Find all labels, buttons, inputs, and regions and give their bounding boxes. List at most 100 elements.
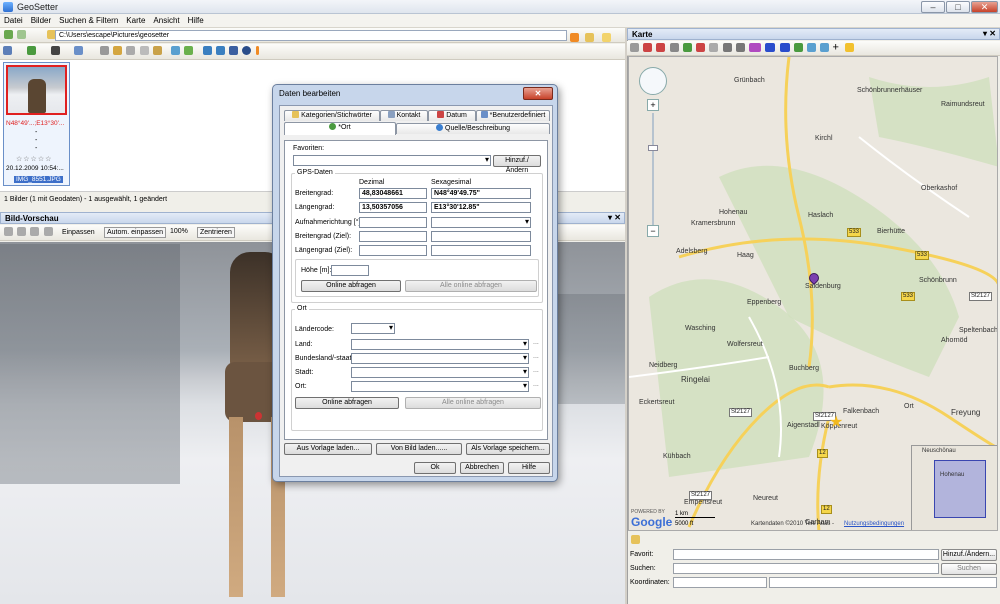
land-combo[interactable] xyxy=(351,339,529,350)
ort-combo[interactable] xyxy=(351,381,529,392)
breitengrad-ziel-input[interactable] xyxy=(359,231,427,242)
first-icon[interactable] xyxy=(4,227,13,236)
menu-hilfe[interactable]: Hilfe xyxy=(184,14,208,27)
add-icon[interactable] xyxy=(27,46,37,55)
menu-datei[interactable]: Datei xyxy=(0,14,27,27)
suchen-input[interactable] xyxy=(673,563,939,574)
alle-online-abfragen-button[interactable]: Alle online abfragen xyxy=(405,280,537,292)
menu-suchen-filtern[interactable]: Suchen & Filtern xyxy=(55,14,122,27)
filter-icon[interactable] xyxy=(73,46,83,55)
favorit-button[interactable]: Hinzuf./Ändern... xyxy=(941,549,997,561)
ort-more-button[interactable]: ... xyxy=(533,381,539,388)
globe-icon[interactable] xyxy=(242,46,252,55)
tab-kategorien[interactable]: Kategorien/Stichwörter xyxy=(284,110,380,121)
crosshair-icon[interactable]: + xyxy=(833,42,839,54)
speech-icon[interactable] xyxy=(820,43,830,52)
back-icon[interactable] xyxy=(4,30,13,39)
paste-icon[interactable] xyxy=(139,46,149,55)
undo-icon[interactable] xyxy=(202,46,212,55)
tab-datum[interactable]: Datum xyxy=(428,110,476,121)
tab-quelle[interactable]: Quelle/Beschreibung xyxy=(396,123,550,134)
aus-vorlage-laden-button[interactable]: Aus Vorlage laden... xyxy=(284,443,372,455)
aufnahmerichtung-input[interactable] xyxy=(359,217,427,228)
tools-icon[interactable] xyxy=(709,43,719,52)
zoom-slider[interactable] xyxy=(652,113,654,225)
remove-marker-icon[interactable] xyxy=(696,43,706,52)
add-marker-icon[interactable] xyxy=(682,43,692,52)
menu-ansicht[interactable]: Ansicht xyxy=(149,14,183,27)
last-icon[interactable] xyxy=(43,227,53,236)
breitengrad-decimal-input[interactable]: 48,83048661 xyxy=(359,188,427,199)
map-type-icon[interactable] xyxy=(630,43,639,52)
von-bild-laden-button[interactable]: Von Bild laden...... xyxy=(376,443,462,455)
thumbnail-card[interactable]: N48°49'...;E13°30'... - - - ☆☆☆☆☆ 20.12.… xyxy=(3,62,70,186)
maximize-button[interactable]: □ xyxy=(946,1,970,13)
pan-control[interactable] xyxy=(639,67,667,95)
star-marker-icon[interactable]: ★ xyxy=(829,415,843,431)
aufnahmerichtung-combo[interactable] xyxy=(431,217,531,228)
zoom-icon[interactable] xyxy=(735,43,745,52)
star-icon[interactable] xyxy=(845,43,855,52)
breitengrad-ziel-sex-input[interactable] xyxy=(431,231,531,242)
view-icon[interactable] xyxy=(3,46,12,55)
map-close-icon[interactable]: ▾ ✕ xyxy=(983,29,996,38)
cursor-icon[interactable] xyxy=(807,43,817,52)
overview-map[interactable]: Neuschönau Hohenau xyxy=(911,445,997,530)
hilfe-button[interactable]: Hilfe xyxy=(508,462,550,474)
land-more-button[interactable]: ... xyxy=(533,339,539,346)
forward-icon[interactable] xyxy=(17,30,27,39)
compass-icon[interactable] xyxy=(722,43,732,52)
track-icon[interactable] xyxy=(749,43,762,52)
copy-icon[interactable] xyxy=(126,46,136,55)
laengengrad-ziel-input[interactable] xyxy=(359,245,427,256)
green-arrow-icon[interactable] xyxy=(793,43,803,52)
bundesland-combo[interactable] xyxy=(351,353,529,364)
stadt-more-button[interactable]: ... xyxy=(533,367,539,374)
center-button[interactable]: Zentrieren xyxy=(197,227,235,238)
go-icon[interactable] xyxy=(570,33,579,42)
zoom-dropdown[interactable]: 100% xyxy=(170,228,188,235)
autofit-button[interactable]: Autom. einpassen xyxy=(104,227,167,238)
clipboard-icon[interactable] xyxy=(152,46,162,55)
zoom-out-button[interactable]: − xyxy=(647,225,659,237)
breitengrad-sexagesimal-input[interactable]: N48°49'49.75" xyxy=(431,188,531,199)
menu-bilder[interactable]: Bilder xyxy=(27,14,55,27)
abbrechen-button[interactable]: Abbrechen xyxy=(460,462,504,474)
preview-close-icon[interactable]: ▾ ✕ xyxy=(608,213,621,222)
ort-alle-online-abfragen-button[interactable]: Alle online abfragen xyxy=(405,397,541,409)
hoehe-input[interactable] xyxy=(331,265,369,276)
pencil-icon[interactable] xyxy=(631,535,640,544)
favoriten-button[interactable]: Hinzuf./Ändern xyxy=(493,155,541,174)
edit-icon[interactable] xyxy=(113,46,123,55)
save-icon[interactable] xyxy=(229,46,239,55)
tab-benutzerdefiniert[interactable]: *Benutzerdefiniert xyxy=(476,110,550,121)
tab-ort[interactable]: *Ort xyxy=(284,122,396,135)
redo-icon[interactable] xyxy=(215,46,225,55)
zoom-in-button[interactable]: + xyxy=(647,99,659,111)
stadt-combo[interactable] xyxy=(351,367,529,378)
close-button[interactable]: ✕ xyxy=(971,1,998,13)
address-input[interactable]: C:\Users\escape\Pictures\geosetter xyxy=(55,30,567,41)
bundesland-more-button[interactable]: ... xyxy=(533,353,539,360)
pin-icon[interactable] xyxy=(656,43,666,52)
laengengrad-sexagesimal-input[interactable]: E13°30'12.85" xyxy=(431,202,531,213)
ok-button[interactable]: Ok xyxy=(414,462,456,474)
overview-viewport[interactable] xyxy=(934,460,986,518)
online-abfragen-button[interactable]: Online abfragen xyxy=(301,280,401,292)
favorites-folder-icon[interactable] xyxy=(602,33,611,42)
minimize-button[interactable]: – xyxy=(921,1,945,13)
dialog-close-button[interactable]: ✕ xyxy=(523,87,553,100)
favoriten-combo[interactable] xyxy=(293,155,491,166)
tag-icon[interactable] xyxy=(99,46,109,55)
ort-online-abfragen-button[interactable]: Online abfragen xyxy=(295,397,399,409)
target-icon[interactable] xyxy=(669,43,679,52)
zoom-slider-handle[interactable] xyxy=(648,145,658,151)
binoculars-icon[interactable] xyxy=(51,46,61,55)
als-vorlage-speichern-button[interactable]: Als Vorlage speichern... xyxy=(466,443,550,455)
folder-icon[interactable] xyxy=(585,33,594,42)
map-view[interactable]: + − Grünbach Schönbrunnerhäuser Raimunds… xyxy=(628,56,998,531)
favorit-combo[interactable] xyxy=(673,549,939,560)
right-arrow-icon[interactable] xyxy=(779,43,790,52)
prev-icon[interactable] xyxy=(17,227,27,236)
koordinaten-input-2[interactable] xyxy=(769,577,997,588)
